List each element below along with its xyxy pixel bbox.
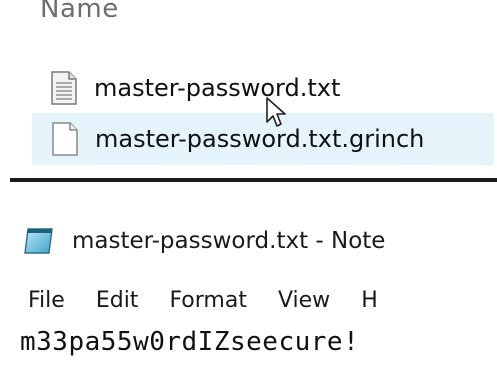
menu-bar: File Edit Format View H: [28, 282, 488, 318]
file-explorer-panel: Name master-password.txt master-password…: [0, 0, 497, 175]
notepad-icon: [22, 226, 56, 256]
crop-margin: [423, 182, 497, 390]
window-title: master-password.txt - Note: [72, 228, 386, 254]
file-name: master-password.txt: [94, 74, 341, 102]
name-column-header[interactable]: Name: [40, 0, 119, 24]
text-editor-content[interactable]: m33pa55w0rdIZseecure!: [20, 327, 359, 357]
menu-format[interactable]: Format: [169, 288, 247, 313]
menu-view[interactable]: View: [278, 288, 330, 313]
notepad-window: master-password.txt - Note File Edit For…: [0, 182, 497, 390]
menu-file[interactable]: File: [28, 288, 65, 313]
menu-help[interactable]: H: [361, 288, 378, 313]
blank-file-icon: [51, 122, 79, 156]
file-name: master-password.txt.grinch: [95, 125, 425, 153]
title-bar[interactable]: master-password.txt - Note: [22, 222, 492, 260]
file-list-item[interactable]: master-password.txt: [32, 63, 492, 113]
text-file-icon: [50, 71, 78, 105]
menu-edit[interactable]: Edit: [96, 288, 139, 313]
file-list-item-selected[interactable]: master-password.txt.grinch: [32, 113, 494, 165]
mouse-pointer-icon: [265, 96, 289, 130]
